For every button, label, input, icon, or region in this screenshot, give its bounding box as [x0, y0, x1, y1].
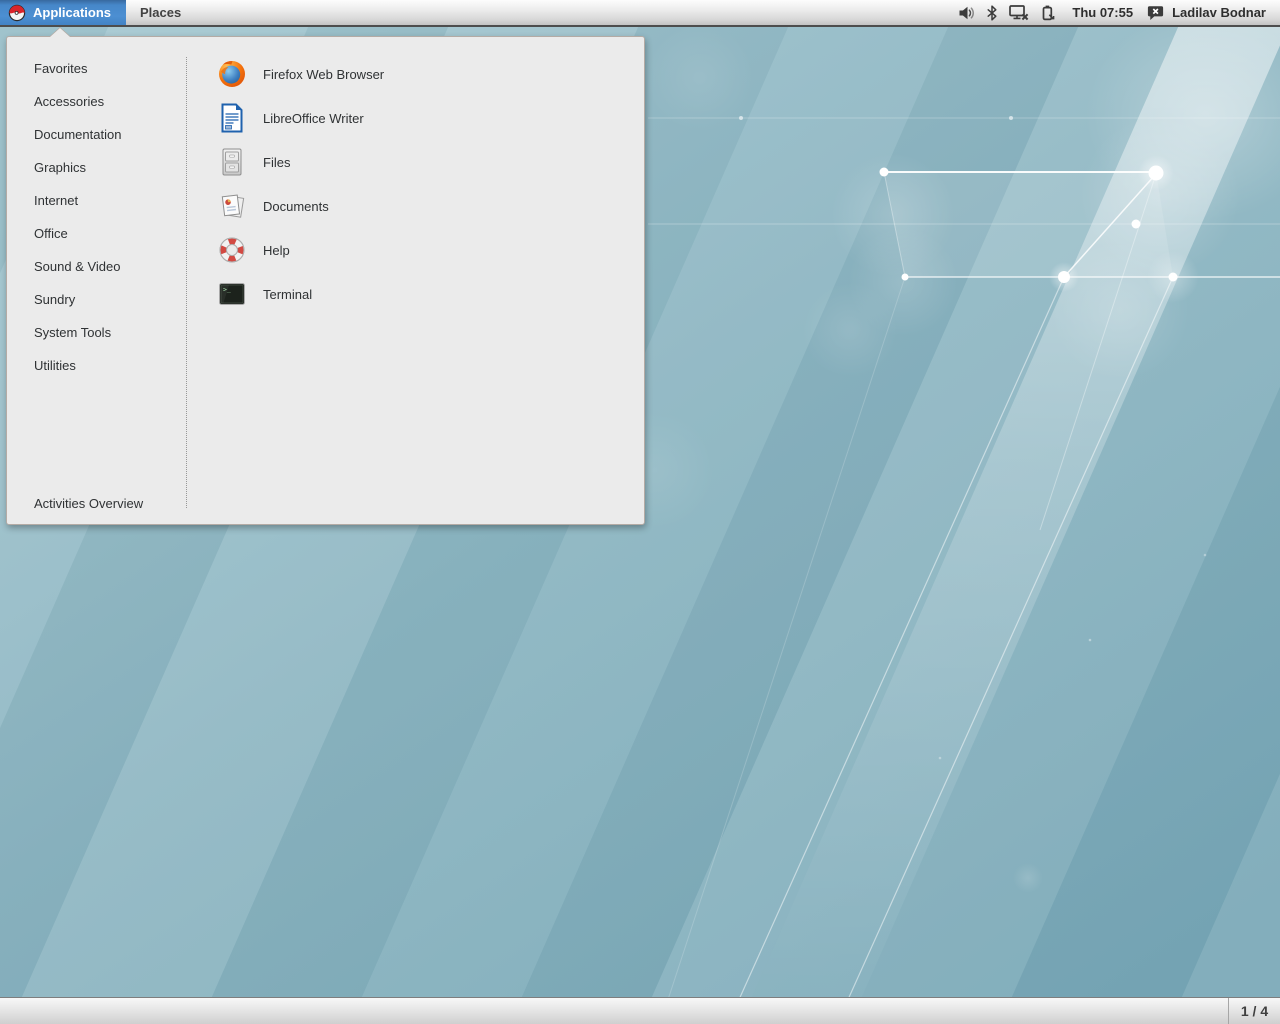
sidebar-item-system-tools[interactable]: System Tools [7, 316, 186, 349]
user-menu[interactable]: Ladilav Bodnar [1137, 0, 1280, 25]
sidebar-item-sundry[interactable]: Sundry [7, 283, 186, 316]
chat-status-icon [1147, 5, 1164, 21]
help-icon [216, 234, 248, 266]
places-label: Places [140, 5, 181, 20]
category-list: Favorites Accessories Documentation Grap… [7, 52, 186, 382]
menu-pointer [50, 28, 70, 37]
bottom-bar: 1 / 4 [0, 997, 1280, 1024]
network-offline-icon [1009, 5, 1029, 21]
bluetooth-icon [987, 5, 997, 21]
app-label: LibreOffice Writer [263, 111, 364, 126]
app-item-firefox-web-browser[interactable]: Firefox Web Browser [210, 52, 632, 96]
terminal-icon: >_ [216, 278, 248, 310]
sidebar-item-documentation[interactable]: Documentation [7, 118, 186, 151]
activities-overview-button[interactable]: Activities Overview [34, 496, 143, 511]
battery-icon [1041, 5, 1055, 21]
sidebar-item-sound-video[interactable]: Sound & Video [7, 250, 186, 283]
workspace-indicator[interactable]: 1 / 4 [1228, 998, 1280, 1024]
app-item-help[interactable]: Help [210, 228, 632, 272]
user-name: Ladilav Bodnar [1172, 5, 1266, 20]
app-item-documents[interactable]: Documents [210, 184, 632, 228]
app-item-terminal[interactable]: >_ Terminal [210, 272, 632, 316]
app-label: Documents [263, 199, 329, 214]
files-icon [216, 146, 248, 178]
app-label: Terminal [263, 287, 312, 302]
app-list: Firefox Web Browser LibreOffice Writer [210, 52, 632, 316]
sidebar-item-favorites[interactable]: Favorites [7, 52, 186, 85]
status-area[interactable]: Thu 07:55 [954, 0, 1137, 25]
applications-label: Applications [33, 5, 111, 20]
distro-logo-icon [8, 4, 26, 22]
app-label: Files [263, 155, 290, 170]
app-label: Help [263, 243, 290, 258]
sidebar-item-internet[interactable]: Internet [7, 184, 186, 217]
documents-icon [216, 190, 248, 222]
sidebar-item-utilities[interactable]: Utilities [7, 349, 186, 382]
clock[interactable]: Thu 07:55 [1072, 5, 1133, 20]
desktop: Applications Places [0, 0, 1280, 1024]
app-item-files[interactable]: Files [210, 140, 632, 184]
volume-icon [958, 5, 975, 21]
app-label: Firefox Web Browser [263, 67, 384, 82]
app-item-libreoffice-writer[interactable]: LibreOffice Writer [210, 96, 632, 140]
applications-button[interactable]: Applications [0, 0, 126, 25]
menu-divider [186, 57, 187, 508]
places-button[interactable]: Places [126, 0, 195, 25]
svg-text:>_: >_ [223, 286, 231, 294]
top-bar-spacer [195, 0, 954, 25]
firefox-icon [216, 58, 248, 90]
libreoffice-writer-icon [216, 102, 248, 134]
sidebar-item-accessories[interactable]: Accessories [7, 85, 186, 118]
sidebar-item-office[interactable]: Office [7, 217, 186, 250]
applications-menu: Favorites Accessories Documentation Grap… [6, 36, 645, 525]
sidebar-item-graphics[interactable]: Graphics [7, 151, 186, 184]
top-bar: Applications Places [0, 0, 1280, 27]
